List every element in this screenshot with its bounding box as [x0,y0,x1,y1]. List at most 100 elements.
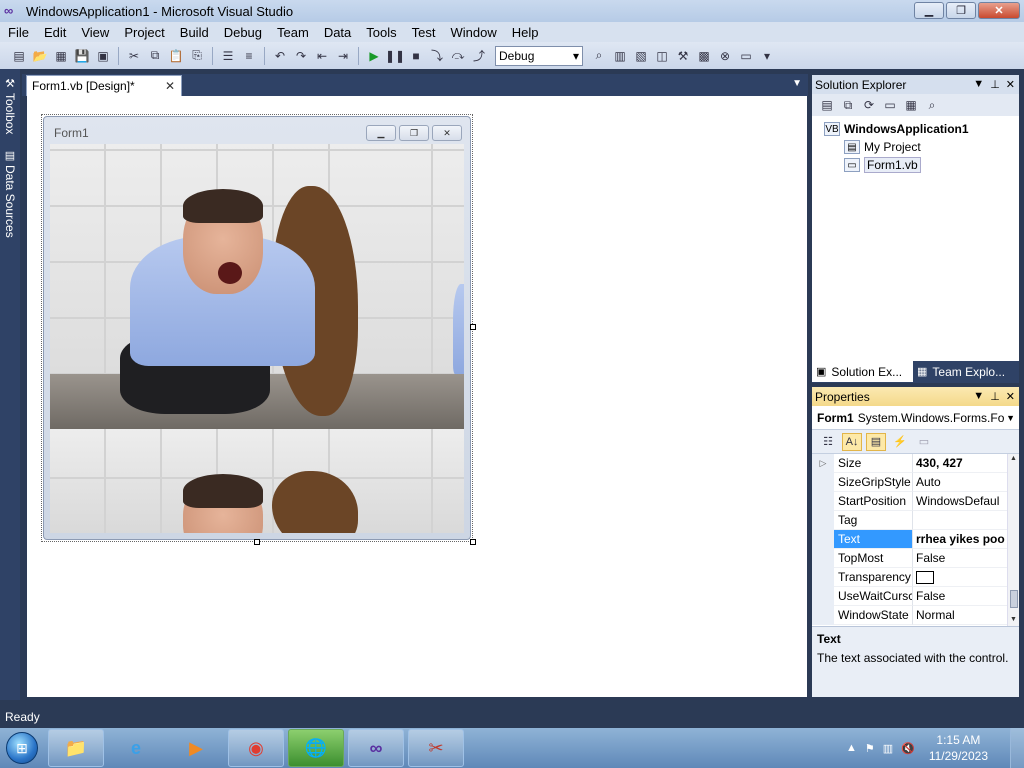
menu-edit[interactable]: Edit [36,25,73,40]
solution-configuration-select[interactable]: Debug ▾ [495,45,583,66]
resize-handle-bottom[interactable] [254,539,260,545]
taskbar-chrome[interactable]: ◉ [228,729,284,767]
tree-item-form1[interactable]: ▭ Form1.vb [812,156,1019,174]
property-pages-icon[interactable]: ▭ [914,433,934,451]
step-out-icon[interactable]: ⤴ [470,47,488,65]
tab-team-explorer[interactable]: ▦ Team Explo... [913,361,1019,382]
properties-view-icon[interactable]: ▤ [866,432,886,451]
events-icon[interactable]: ⚡ [890,433,910,451]
menu-project[interactable]: Project [116,25,171,40]
show-hidden-icons-icon[interactable]: ▲ [846,742,857,754]
toolbar-options-icon[interactable]: ▾ [758,47,776,65]
find-icon[interactable]: ⎘ [188,47,206,65]
tab-solution-explorer[interactable]: ▣ Solution Ex... [812,361,913,382]
menu-view[interactable]: View [73,25,116,40]
cut-icon[interactable]: ✂ [125,47,143,65]
taskbar-media-player[interactable]: ▶ [168,729,224,767]
scroll-down-icon[interactable]: ▼ [1010,616,1017,623]
property-row-topmost[interactable]: TopMost False [812,549,1019,568]
window-position-icon[interactable]: ▼ [973,78,984,91]
add-item-icon[interactable]: ▦ [52,47,70,65]
auto-hide-pin-icon[interactable]: ⊥ [990,390,1000,403]
categorized-icon[interactable]: ☷ [818,433,838,451]
menu-build[interactable]: Build [172,25,216,40]
tree-item-project[interactable]: VB WindowsApplication1 [812,120,1019,138]
property-row-startposition[interactable]: StartPosition WindowsDefaul [812,492,1019,511]
property-value[interactable] [912,511,1019,530]
resize-handle-right[interactable] [470,324,476,330]
restore-button[interactable]: ❐ [946,2,976,19]
properties-icon[interactable]: ▤ [818,96,836,114]
new-project-icon[interactable]: ▤ [10,47,28,65]
save-all-icon[interactable]: ▣ [94,47,112,65]
data-sources-tab[interactable]: ▤ Data Sources [2,149,18,239]
view-designer-icon[interactable]: ▦ [902,96,920,114]
resize-handle-corner[interactable] [470,539,476,545]
property-value[interactable]: False [912,549,1019,568]
taskbar-explorer[interactable]: 📁 [48,729,104,767]
window-position-icon[interactable]: ▼ [973,390,984,403]
property-row-size[interactable]: ▷ Size 430, 427 [812,454,1019,473]
find-in-files-icon[interactable]: ⌕ [590,47,608,65]
taskbar-download-manager[interactable]: 🌐 [288,729,344,767]
property-row-usewaitcursor[interactable]: UseWaitCursc False [812,587,1019,606]
class-view-icon[interactable]: ▩ [695,47,713,65]
network-icon[interactable]: ▥ [883,742,893,755]
property-grid-scrollbar[interactable]: ▲ ▼ [1007,454,1019,626]
action-center-flag-icon[interactable]: ⚑ [865,742,875,755]
start-button[interactable]: ⊞ [0,728,44,768]
object-selector[interactable]: Form1 System.Windows.Forms.Fo ▼ [812,406,1019,430]
comment-icon[interactable]: ☰ [219,47,237,65]
object-browser-icon[interactable]: ◫ [653,47,671,65]
step-into-icon[interactable]: ⤵ [428,47,446,65]
taskbar-internet-explorer[interactable]: e [108,729,164,767]
copy-icon[interactable]: ⧉ [146,47,164,65]
show-all-files-icon[interactable]: ⧉ [839,96,857,114]
scroll-up-icon[interactable]: ▲ [1010,455,1017,462]
paste-icon[interactable]: 📋 [167,47,185,65]
system-clock[interactable]: 1:15 AM 11/29/2023 [929,732,988,764]
property-value[interactable]: rrhea yikes poo [912,530,1019,549]
pause-icon[interactable]: ❚❚ [385,47,405,65]
toolbox-icon[interactable]: ⚒ [674,47,692,65]
navigate-forward-icon[interactable]: ⇥ [334,47,352,65]
scrollbar-thumb[interactable] [1010,590,1018,608]
close-icon[interactable]: ✕ [1006,390,1015,403]
uncomment-icon[interactable]: ≡ [240,47,258,65]
minimize-button[interactable]: ▁ [914,2,944,19]
view-code-icon[interactable]: ▭ [881,96,899,114]
property-value[interactable]: WindowsDefaul [912,492,1019,511]
menu-team[interactable]: Team [269,25,316,40]
property-value[interactable]: 430, 427 [912,454,1019,473]
menu-window[interactable]: Window [442,25,503,40]
refresh-icon[interactable]: ⟳ [860,96,878,114]
property-value[interactable]: Auto [912,473,1019,492]
close-icon[interactable]: ✕ [1006,78,1015,91]
volume-muted-icon[interactable]: 🔇 [901,742,915,755]
solution-explorer-icon[interactable]: ▥ [611,47,629,65]
show-desktop-button[interactable] [1010,728,1024,768]
property-row-transparency[interactable]: Transparency [812,568,1019,587]
tab-form1-design[interactable]: Form1.vb [Design]* ✕ [26,75,182,96]
properties-window-icon[interactable]: ▧ [632,47,650,65]
property-value[interactable] [912,568,1019,587]
undo-icon[interactable]: ↶ [271,47,289,65]
step-over-icon[interactable]: ⤼ [449,47,467,65]
menu-debug[interactable]: Debug [216,25,269,40]
expand-icon[interactable]: ▷ [812,454,834,473]
alphabetical-icon[interactable]: A↓ [842,432,862,451]
auto-hide-pin-icon[interactable]: ⊥ [990,78,1000,91]
property-value[interactable]: False [912,587,1019,606]
redo-icon[interactable]: ↷ [292,47,310,65]
menu-data[interactable]: Data [316,25,358,40]
menu-file[interactable]: File [0,25,36,40]
close-button[interactable]: ✕ [978,2,1020,19]
navigate-back-icon[interactable]: ⇤ [313,47,331,65]
toolbox-tab[interactable]: ⚒ Toolbox [2,77,18,153]
start-debugging-icon[interactable]: ▶ [365,47,383,65]
active-files-dropdown-icon[interactable]: ▼ [792,78,802,89]
menu-tools[interactable]: Tools [358,25,403,40]
taskbar-snipping-tool[interactable]: ✂ [408,729,464,767]
save-icon[interactable]: 💾 [73,47,91,65]
property-row-sizegripstyle[interactable]: SizeGripStyle Auto [812,473,1019,492]
